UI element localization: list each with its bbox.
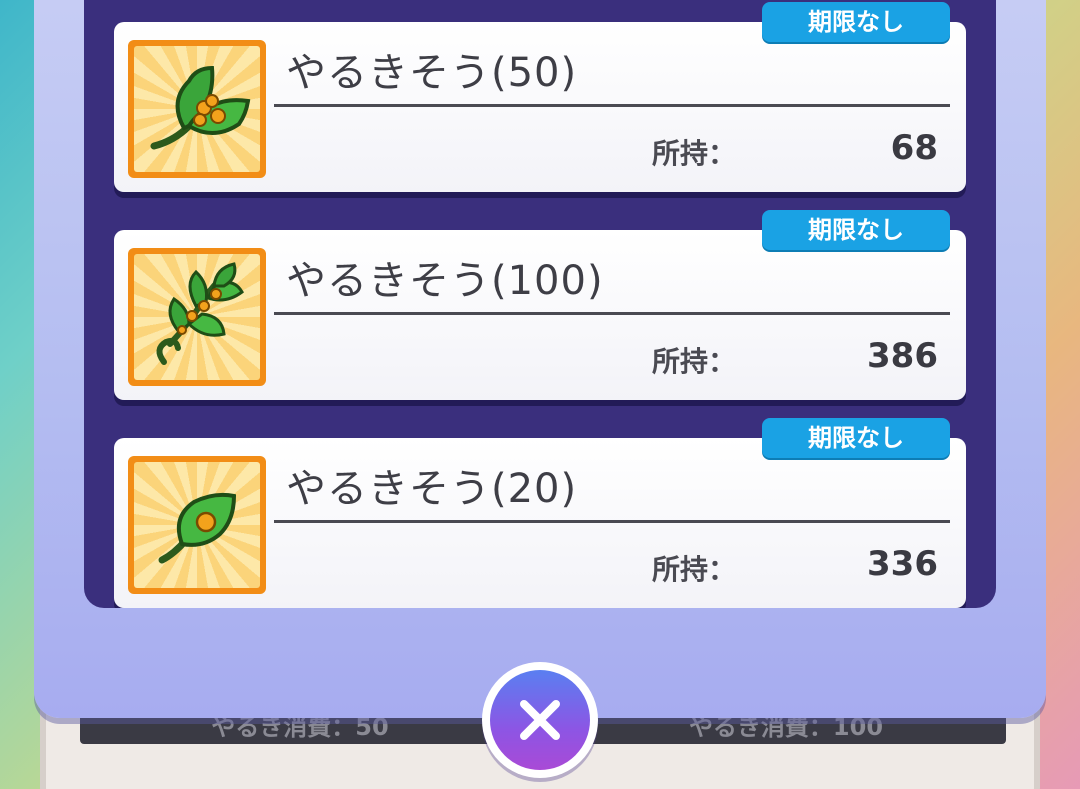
owned-label: 所持：	[652, 345, 737, 378]
divider	[274, 312, 950, 315]
leaf-branch-icon	[134, 254, 260, 380]
item-icon-frame	[128, 456, 266, 594]
list-item[interactable]: 期限なし やるきそう(100) 所持： 386	[114, 208, 966, 400]
item-name: やるきそう(20)	[286, 466, 578, 512]
item-name: やるきそう(100)	[286, 258, 604, 304]
expiry-badge: 期限なし	[762, 418, 950, 458]
single-leaf-icon	[134, 462, 260, 588]
item-list[interactable]: 期限なし やるきそう(50) 所持： 68 期限なし やるきそう(100) 所持…	[84, 0, 996, 608]
list-item[interactable]: 期限なし やるきそう(20) 所持： 336	[114, 416, 966, 608]
leaf-cluster-icon	[134, 46, 260, 172]
item-name: やるきそう(50)	[286, 50, 578, 96]
owned-label: 所持：	[652, 137, 737, 170]
owned-count: 386	[867, 336, 938, 376]
divider	[274, 104, 950, 107]
close-icon	[520, 700, 560, 740]
expiry-badge: 期限なし	[762, 210, 950, 250]
item-icon-frame	[128, 248, 266, 386]
close-button[interactable]	[482, 662, 598, 778]
owned-count: 68	[890, 128, 938, 168]
divider	[274, 520, 950, 523]
list-item[interactable]: 期限なし やるきそう(50) 所持： 68	[114, 0, 966, 192]
close-button-face	[490, 670, 590, 770]
expiry-badge: 期限なし	[762, 2, 950, 42]
item-list-modal: 期限なし やるきそう(50) 所持： 68 期限なし やるきそう(100) 所持…	[34, 0, 1046, 718]
owned-count: 336	[867, 544, 938, 584]
item-icon-frame	[128, 40, 266, 178]
owned-label: 所持：	[652, 553, 737, 586]
